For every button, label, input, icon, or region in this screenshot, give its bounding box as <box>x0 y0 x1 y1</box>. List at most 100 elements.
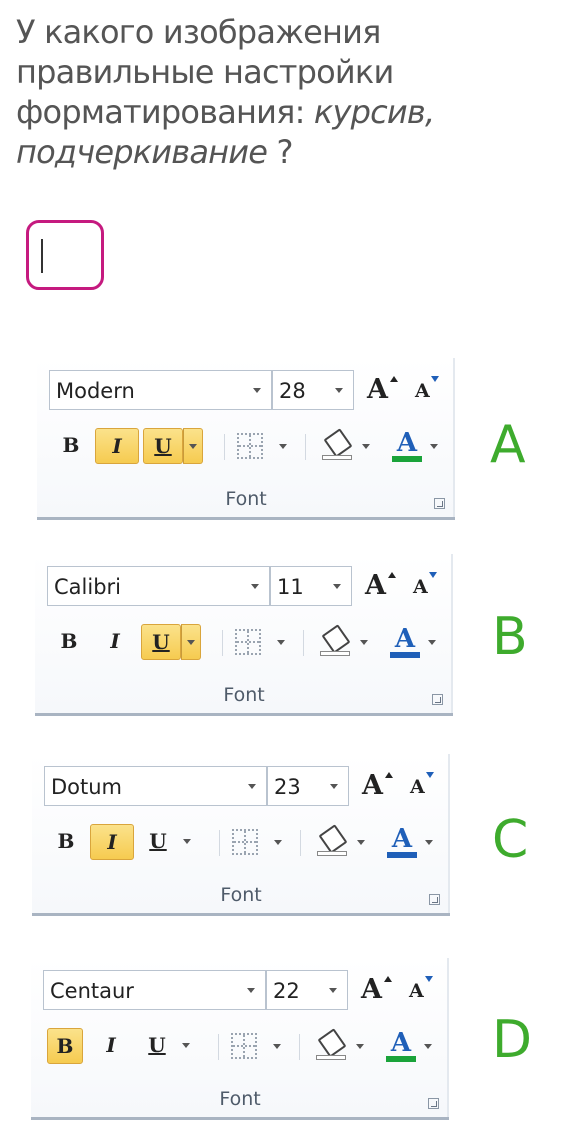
chevron-down-icon[interactable] <box>335 388 343 393</box>
font-color-bar <box>390 652 420 658</box>
separator <box>218 1034 219 1060</box>
chevron-down-icon[interactable] <box>329 988 337 993</box>
italic-button[interactable]: I <box>93 624 137 660</box>
separator <box>303 630 304 656</box>
underline-button[interactable]: U <box>143 428 183 464</box>
font-name-value: Calibri <box>54 575 121 599</box>
font-ribbon-panel: Modern 28 A A B I U A Font <box>37 358 455 520</box>
chevron-down-icon[interactable] <box>356 1044 364 1049</box>
italic-button[interactable]: I <box>95 428 139 464</box>
group-label: Font <box>223 684 265 706</box>
chevron-down-icon[interactable] <box>253 388 261 393</box>
chevron-down-icon[interactable] <box>247 988 255 993</box>
borders-icon[interactable] <box>237 433 263 459</box>
font-color-button[interactable]: A <box>392 428 422 464</box>
font-name-select[interactable]: Dotum <box>44 766 267 806</box>
chevron-down-icon[interactable] <box>273 1044 281 1049</box>
chevron-down-icon[interactable] <box>333 584 341 589</box>
font-size-select[interactable]: 22 <box>266 970 348 1010</box>
paint-bucket-icon[interactable] <box>320 624 351 660</box>
separator <box>300 830 301 856</box>
underline-button[interactable]: U <box>138 824 178 860</box>
underline-dropdown[interactable] <box>181 624 201 660</box>
chevron-down-icon[interactable] <box>251 584 259 589</box>
font-size-value: 11 <box>277 575 304 599</box>
font-ribbon-panel: Dotum 23 A A B I U A Font <box>32 754 450 916</box>
chevron-down-icon[interactable] <box>430 444 438 449</box>
grow-font-button[interactable]: A <box>362 770 393 801</box>
underline-dropdown[interactable] <box>177 1028 197 1064</box>
answer-input[interactable] <box>26 220 104 290</box>
bold-button[interactable]: B <box>48 824 84 860</box>
dialog-launcher-icon[interactable] <box>434 498 445 509</box>
separator <box>222 630 223 656</box>
chevron-down-icon[interactable] <box>277 640 285 645</box>
chevron-down-icon[interactable] <box>360 640 368 645</box>
underline-button[interactable]: U <box>141 624 181 660</box>
chevron-down-icon[interactable] <box>330 784 338 789</box>
dialog-launcher-icon[interactable] <box>432 694 443 705</box>
underline-button[interactable]: U <box>137 1028 177 1064</box>
bold-button[interactable]: B <box>47 1028 83 1064</box>
dialog-launcher-icon[interactable] <box>429 894 440 905</box>
font-ribbon-panel: Calibri 11 A A B I U A Font <box>35 554 453 716</box>
borders-icon[interactable] <box>232 829 258 855</box>
font-color-letter: A <box>390 1028 412 1058</box>
shrink-font-button[interactable]: A <box>415 376 439 402</box>
paint-bucket-icon[interactable] <box>316 1028 347 1064</box>
italic-button[interactable]: I <box>90 824 134 860</box>
shrink-font-button[interactable]: A <box>413 572 437 598</box>
font-color-bar <box>392 456 422 462</box>
dialog-launcher-icon[interactable] <box>428 1098 439 1109</box>
paint-bucket-icon[interactable] <box>317 824 348 860</box>
separator <box>219 830 220 856</box>
font-name-select[interactable]: Modern <box>49 370 272 410</box>
chevron-down-icon[interactable] <box>362 444 370 449</box>
grow-font-button[interactable]: A <box>367 374 398 405</box>
borders-icon[interactable] <box>231 1033 257 1059</box>
font-name-value: Dotum <box>51 775 123 799</box>
borders-icon[interactable] <box>235 629 261 655</box>
font-name-value: Modern <box>56 379 135 403</box>
shrink-font-button[interactable]: A <box>410 772 434 798</box>
font-size-value: 22 <box>273 979 300 1003</box>
font-size-select[interactable]: 23 <box>267 766 349 806</box>
chevron-down-icon[interactable] <box>274 840 282 845</box>
chevron-down-icon[interactable] <box>248 784 256 789</box>
font-name-select[interactable]: Calibri <box>47 566 270 606</box>
font-size-value: 28 <box>279 379 306 403</box>
grow-font-button[interactable]: A <box>365 570 396 601</box>
font-color-letter: A <box>396 428 418 458</box>
paint-bucket-icon[interactable] <box>322 428 353 464</box>
text-caret <box>41 239 43 273</box>
bold-button[interactable]: B <box>53 428 89 464</box>
question-part2: ? <box>267 133 294 171</box>
option-letter: A <box>490 415 526 475</box>
chevron-down-icon[interactable] <box>425 840 433 845</box>
font-color-bar <box>387 852 417 858</box>
chevron-down-icon[interactable] <box>424 1044 432 1049</box>
font-color-button[interactable]: A <box>390 624 420 660</box>
font-color-button[interactable]: A <box>386 1028 416 1064</box>
group-label: Font <box>220 884 262 906</box>
font-color-button[interactable]: A <box>387 824 417 860</box>
font-name-select[interactable]: Centaur <box>43 970 266 1010</box>
question-text: У какого изображения правильные настройк… <box>16 12 571 172</box>
font-size-value: 23 <box>274 775 301 799</box>
chevron-down-icon[interactable] <box>279 444 287 449</box>
italic-button[interactable]: I <box>89 1028 133 1064</box>
grow-font-button[interactable]: A <box>361 974 392 1005</box>
shrink-font-button[interactable]: A <box>409 976 433 1002</box>
group-label: Font <box>219 1088 261 1110</box>
underline-dropdown[interactable] <box>178 824 198 860</box>
option-letter: D <box>492 1010 533 1070</box>
underline-dropdown[interactable] <box>183 428 203 464</box>
font-size-select[interactable]: 11 <box>270 566 352 606</box>
bold-button[interactable]: B <box>51 624 87 660</box>
chevron-down-icon[interactable] <box>428 640 436 645</box>
chevron-down-icon[interactable] <box>357 840 365 845</box>
font-size-select[interactable]: 28 <box>272 370 354 410</box>
separator <box>305 434 306 460</box>
option-letter: B <box>492 607 528 667</box>
font-color-bar <box>386 1056 416 1062</box>
